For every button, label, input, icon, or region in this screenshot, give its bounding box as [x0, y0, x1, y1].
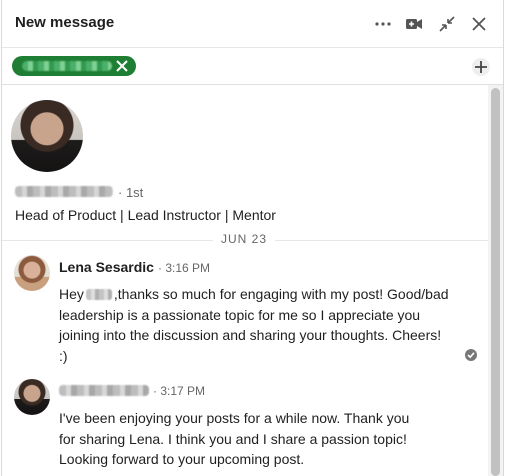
- message-text-rest: ,thanks so much for engaging with my pos…: [59, 286, 449, 364]
- add-recipient-button[interactable]: [471, 57, 491, 77]
- remove-icon[interactable]: [115, 59, 129, 73]
- message-body: Hey ,thanks so much for engaging with my …: [59, 284, 449, 366]
- more-options-button[interactable]: [371, 12, 395, 36]
- profile-headline: Head of Product | Lead Instructor | Ment…: [15, 207, 276, 223]
- sender-name-redacted[interactable]: [59, 385, 149, 396]
- scrollbar[interactable]: [488, 85, 503, 476]
- message-time: · 3:17 PM: [153, 384, 206, 398]
- recipient-name-redacted: [22, 61, 112, 71]
- message-body: I've been enjoying your posts for a whil…: [59, 410, 410, 467]
- recipients-bar: [2, 48, 503, 85]
- conversation-area[interactable]: · 1st Head of Product | Lead Instructor …: [2, 85, 503, 476]
- close-button[interactable]: [467, 12, 491, 36]
- message-header: New message: [2, 0, 503, 48]
- connection-degree: · 1st: [118, 185, 144, 200]
- more-icon: [375, 22, 391, 26]
- minimize-button[interactable]: [435, 12, 459, 36]
- close-icon: [472, 17, 486, 31]
- profile-name-redacted[interactable]: [15, 186, 113, 197]
- profile-photo[interactable]: [11, 100, 83, 172]
- plus-icon: [471, 58, 491, 81]
- window-title: New message: [15, 14, 115, 31]
- avatar[interactable]: [14, 255, 50, 291]
- avatar[interactable]: [14, 379, 50, 415]
- recipient-name-redacted: [85, 289, 112, 300]
- video-icon: [405, 17, 423, 31]
- sender-name[interactable]: Lena Sesardic: [59, 259, 154, 275]
- message-time: · 3:16 PM: [158, 261, 211, 275]
- scrollbar-thumb[interactable]: [491, 88, 500, 476]
- video-call-button[interactable]: [402, 12, 426, 36]
- date-label: JUN 23: [213, 232, 276, 246]
- recipient-pill[interactable]: [12, 56, 136, 76]
- message-window: New message · 1st Head of Product | Lead…: [1, 0, 504, 476]
- seen-check-icon: [464, 348, 478, 362]
- minimize-icon: [439, 16, 455, 32]
- message-text-start: Hey: [59, 286, 84, 302]
